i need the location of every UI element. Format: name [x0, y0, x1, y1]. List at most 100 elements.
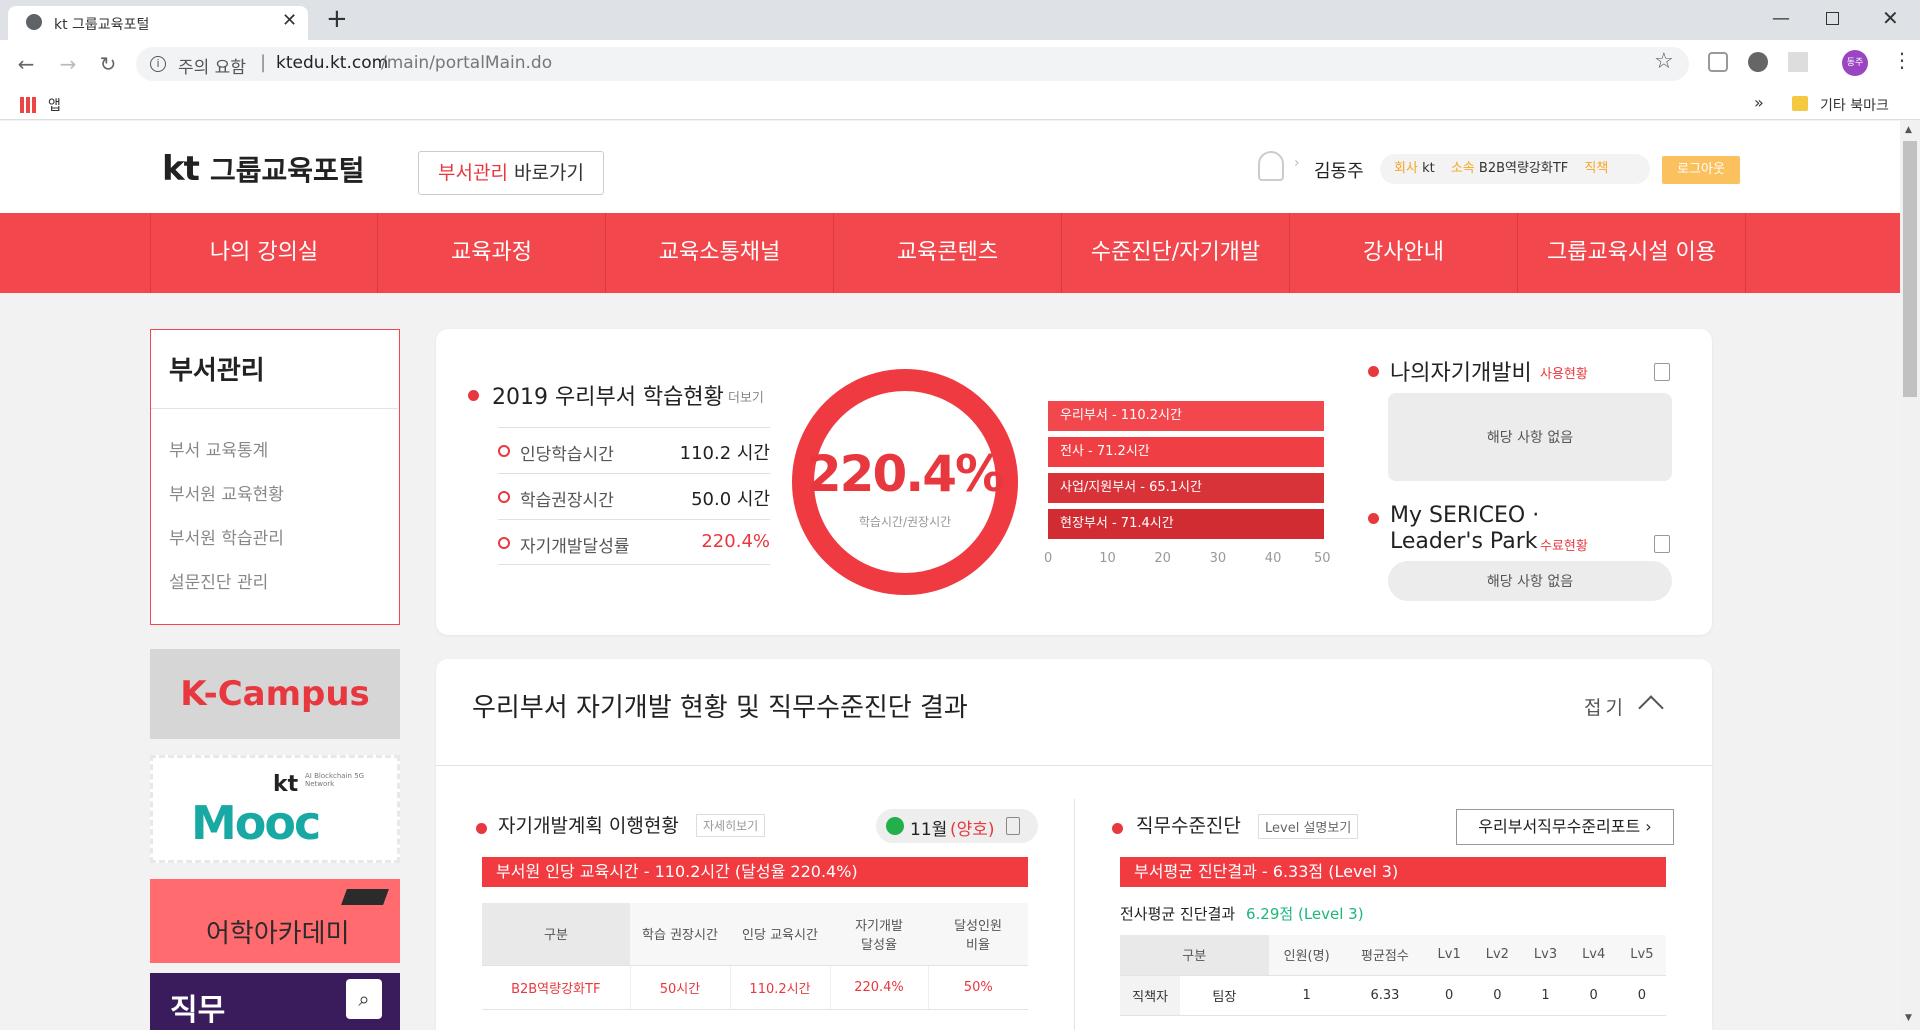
- address-bar[interactable]: i 주의 요함 | ktedu.kt.com /main/portalMain.…: [136, 47, 1689, 81]
- chart-tick-label: 0: [1044, 551, 1053, 566]
- sericeo-empty-box: 해당 사항 없음: [1388, 561, 1672, 601]
- browser-toolbar: ← → ↻ i 주의 요함 | ktedu.kt.com /main/porta…: [0, 40, 1920, 88]
- new-tab-button[interactable]: +: [326, 4, 348, 34]
- stat-row: 자기개발달성률 220.4%: [498, 519, 770, 565]
- bullet-icon: [468, 390, 479, 401]
- selfdev-title: 나의자기개발비: [1390, 361, 1532, 386]
- job-banner[interactable]: 직무 ⌕: [150, 973, 400, 1030]
- close-icon[interactable]: ✕: [282, 10, 297, 31]
- sidebar-item-survey[interactable]: 설문진단 관리: [169, 568, 268, 593]
- mooc-kt: kt: [273, 772, 299, 797]
- ring-icon: [498, 537, 510, 549]
- column-divider: [1074, 799, 1075, 1030]
- study-more-link[interactable]: 더보기: [728, 387, 764, 406]
- table-cell: 1: [1268, 975, 1345, 1016]
- plan-status-pill: 11월 (양호): [876, 809, 1038, 843]
- bullet-icon: [1368, 366, 1379, 377]
- extension-icon[interactable]: [1708, 52, 1728, 72]
- language-academy-banner[interactable]: 어학아카데미: [150, 879, 400, 963]
- table-cell[interactable]: B2B역량강화TF: [482, 965, 630, 1010]
- info-icon: i: [150, 56, 166, 72]
- document-icon[interactable]: [1006, 817, 1020, 835]
- site-logo[interactable]: kt 그룹교육포털: [162, 149, 365, 189]
- table-header-row: 구분 인원(명) 평균점수 Lv1 Lv2 Lv3 Lv4 Lv5: [1120, 935, 1666, 976]
- apps-icon[interactable]: [20, 97, 36, 113]
- dept-admin-button[interactable]: 부서관리 바로가기: [418, 151, 604, 195]
- bookmarks-more[interactable]: »: [1754, 93, 1764, 112]
- selfdev-link[interactable]: 사용현황: [1540, 363, 1588, 382]
- report-button[interactable]: 우리부서직무수준리포트 ›: [1456, 809, 1674, 845]
- stat-row: 학습권장시간 50.0 시간: [498, 473, 770, 519]
- stat-value: 220.4%: [701, 531, 770, 552]
- nav-my-classroom[interactable]: 나의 강의실: [150, 213, 378, 293]
- bullet-icon: [476, 823, 487, 834]
- level-help-button[interactable]: Level 설명보기: [1258, 814, 1359, 839]
- sericeo-empty: 해당 사항 없음: [1486, 574, 1574, 590]
- logout-button[interactable]: 로그아웃: [1662, 156, 1740, 184]
- section-toggle[interactable]: 접기: [1584, 693, 1627, 720]
- mooc-sub: AI Blockchain 5G Network: [305, 772, 365, 788]
- report-label: 우리부서직무수준리포트: [1478, 817, 1641, 836]
- stat-value: 50.0 시간: [691, 489, 770, 510]
- chart-tick-label: 20: [1154, 551, 1171, 566]
- selfdev-empty: 해당 사항 없음: [1486, 430, 1574, 446]
- sidebar-menu: 부서관리 부서 교육통계 부서원 교육현황 부서원 학습관리 설문진단 관리: [150, 329, 400, 625]
- ring-icon: [498, 445, 510, 457]
- plan-detail-button[interactable]: 자세히보기: [696, 814, 766, 837]
- diag-banner: 부서평균 진단결과 - 6.33점 (Level 3): [1120, 857, 1666, 887]
- sericeo-link[interactable]: 수료현황: [1540, 535, 1588, 554]
- extension-icon[interactable]: [1748, 52, 1768, 72]
- table-cell: 1: [1521, 975, 1570, 1016]
- stat-label: 자기개발달성률: [520, 537, 630, 557]
- sidebar-title: 부서관리: [169, 356, 265, 386]
- nav-instructors[interactable]: 강사안내: [1290, 213, 1518, 293]
- chevron-up-icon[interactable]: [1638, 695, 1664, 721]
- dept-admin-red: 부서관리: [438, 162, 508, 184]
- reload-icon[interactable]: ↻: [94, 50, 122, 78]
- scroll-down-icon[interactable]: ▼: [1905, 1013, 1912, 1023]
- forward-icon[interactable]: →: [54, 50, 82, 78]
- org-label: 소속: [1450, 161, 1475, 176]
- diag-table: 구분 인원(명) 평균점수 Lv1 Lv2 Lv3 Lv4 Lv5 직책자 팀장…: [1120, 935, 1666, 1016]
- maximize-icon[interactable]: [1826, 12, 1839, 25]
- kcampus-banner[interactable]: K-Campus: [150, 649, 400, 739]
- document-icon[interactable]: [1654, 363, 1670, 381]
- logo-kt: kt: [162, 149, 200, 189]
- sidebar-item-member-status[interactable]: 부서원 교육현황: [169, 480, 284, 505]
- star-icon[interactable]: ☆: [1654, 49, 1674, 74]
- table-header: Lv5: [1617, 935, 1666, 976]
- nav-channel[interactable]: 교육소통채널: [606, 213, 834, 293]
- chart-tick-label: 50: [1314, 551, 1331, 566]
- donut-caption: 학습시간/권장시간: [858, 515, 952, 529]
- back-icon[interactable]: ←: [12, 50, 40, 78]
- chart-tick-label: 10: [1099, 551, 1116, 566]
- section-title: 우리부서 자기개발 현황 및 직무수준진단 결과: [472, 693, 968, 723]
- sidebar-item-member-learning[interactable]: 부서원 학습관리: [169, 524, 284, 549]
- bar-area: 우리부서 - 110.2시간 전사 - 71.2시간 사업/지원부서 - 65.1시…: [1048, 401, 1324, 541]
- stat-row: 인당학습시간 110.2 시간: [498, 427, 770, 473]
- scroll-up-icon[interactable]: ▲: [1905, 125, 1912, 135]
- close-window-icon[interactable]: ✕: [1882, 6, 1899, 30]
- nav-contents[interactable]: 교육콘텐츠: [834, 213, 1062, 293]
- mooc-banner[interactable]: kt AI Blockchain 5G Network Mooc: [150, 755, 400, 863]
- scrollbar[interactable]: ▲ ▼: [1900, 121, 1920, 1030]
- sidebar-item-dept-stats[interactable]: 부서 교육통계: [169, 436, 268, 461]
- other-bookmarks[interactable]: 기타 북마크: [1820, 95, 1889, 115]
- chevron-right-icon: ›: [1294, 155, 1300, 171]
- dept-admin-rest: 바로가기: [514, 162, 584, 184]
- apps-label[interactable]: 앱: [48, 95, 61, 115]
- menu-icon[interactable]: ⋮: [1892, 48, 1912, 72]
- chevron-right-icon: ›: [1645, 817, 1652, 836]
- table-header: Lv2: [1473, 935, 1522, 976]
- folder-icon: [1792, 96, 1808, 111]
- scroll-thumb[interactable]: [1903, 141, 1917, 397]
- browser-tab[interactable]: kt 그룹교육포털 ✕: [8, 6, 308, 40]
- nav-facilities[interactable]: 그룹교육시설 이용: [1518, 213, 1746, 293]
- nav-courses[interactable]: 교육과정: [378, 213, 606, 293]
- document-icon[interactable]: [1654, 535, 1670, 553]
- chart-bar: 현장부서 - 71.4시간: [1048, 509, 1324, 539]
- profile-avatar[interactable]: 동주: [1842, 50, 1868, 76]
- minimize-icon[interactable]: —: [1772, 8, 1790, 29]
- extension-icon[interactable]: [1788, 52, 1808, 72]
- nav-diagnosis[interactable]: 수준진단/자기개발: [1062, 213, 1290, 293]
